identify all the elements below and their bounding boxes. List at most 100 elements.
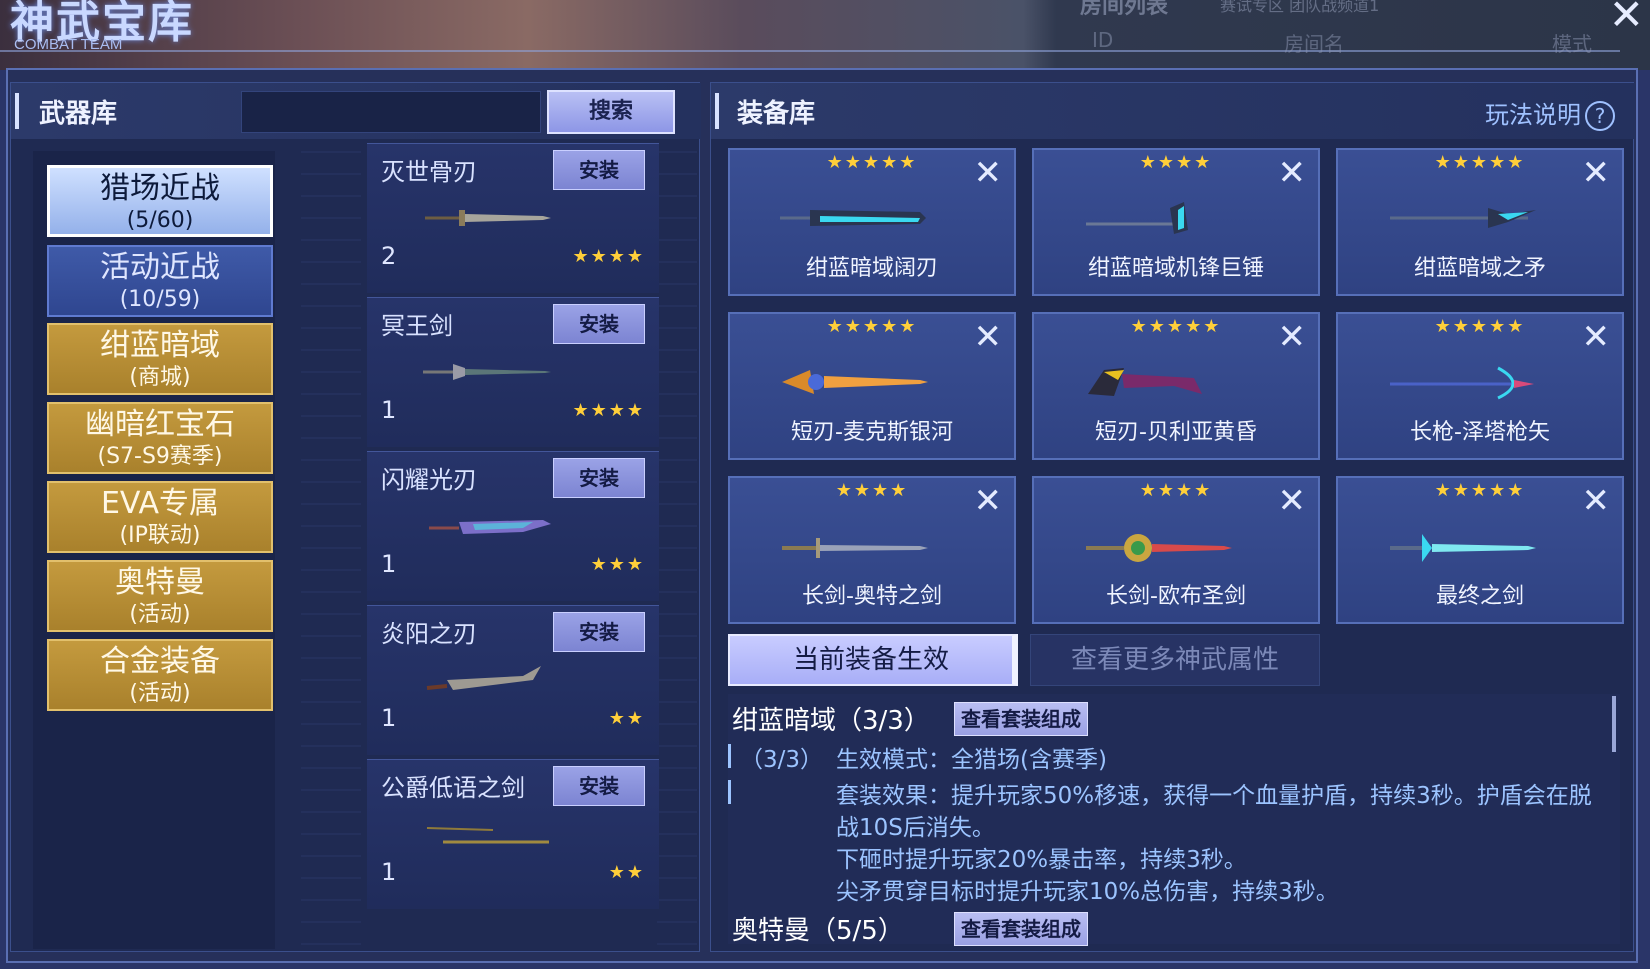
- star-rating: ★★: [608, 862, 645, 883]
- tab-more-attributes[interactable]: 查看更多神武属性: [1030, 634, 1320, 686]
- room-list-subtitle: 赛试专区 团队战频道1: [1220, 0, 1380, 15]
- equip-name: 长剑-欧布圣剑: [1106, 584, 1246, 609]
- category-sub: (S7-S9赛季): [97, 444, 223, 469]
- close-icon[interactable]: ✕: [1609, 0, 1644, 36]
- room-list-title: 房间列表: [1080, 0, 1169, 19]
- equip-name: 绀蓝暗域阔刃: [805, 256, 938, 281]
- equip-slot[interactable]: ★★★★★ ✕ 绀蓝暗域之矛: [1336, 148, 1624, 296]
- category-dark-ruby[interactable]: 幽暗红宝石 (S7-S9赛季): [47, 402, 273, 474]
- close-icon[interactable]: ✕: [1582, 484, 1611, 518]
- scrollbar[interactable]: [1612, 696, 1616, 752]
- star-rating: ★★★★★: [1130, 316, 1222, 337]
- category-label: 幽暗红宝石: [85, 407, 235, 442]
- category-label: 奥特曼: [115, 565, 205, 600]
- set-title: 绀蓝暗域（3/3）: [732, 706, 930, 736]
- category-list: 猎场近战 (5/60) 活动近战 (10/59) 绀蓝暗域 (商城) 幽暗红宝石…: [33, 151, 275, 949]
- install-button[interactable]: 安装: [553, 304, 645, 344]
- close-icon[interactable]: ✕: [1582, 156, 1611, 190]
- equip-slot[interactable]: ★★★★★ ✕ 绀蓝暗域阔刃: [728, 148, 1016, 296]
- star-rating: ★★★★: [1139, 152, 1213, 173]
- decorative-ruler-left: [301, 151, 361, 951]
- install-button[interactable]: 安装: [553, 766, 645, 806]
- weapon-count: 1: [381, 858, 397, 886]
- star-rating: ★★★★: [835, 480, 909, 501]
- equip-slot[interactable]: ★★★★★ ✕ 长枪-泽塔枪矢: [1336, 312, 1624, 460]
- view-set-button[interactable]: 查看套装组成: [954, 912, 1088, 946]
- weapon-name: 公爵低语之剑: [381, 774, 525, 802]
- weapon-name: 闪耀光刃: [381, 466, 477, 494]
- category-sub: (活动): [129, 681, 191, 706]
- weapon-card: 灭世骨刃 安装 2 ★★★★: [367, 143, 659, 293]
- view-set-button[interactable]: 查看套装组成: [954, 702, 1088, 736]
- install-button[interactable]: 安装: [553, 150, 645, 190]
- bullet-bar: [728, 780, 731, 804]
- close-icon[interactable]: ✕: [1278, 484, 1307, 518]
- weapon-name: 冥王剑: [381, 312, 453, 340]
- set-bonus-panel: 绀蓝暗域（3/3） 查看套装组成 （3/3） 生效模式：全猎场(含赛季) 套装效…: [728, 694, 1620, 946]
- final-sword-icon: [1390, 534, 1536, 562]
- spear-icon: [1390, 208, 1536, 228]
- install-button[interactable]: 安装: [553, 612, 645, 652]
- broad-blade-icon: [780, 210, 926, 226]
- weapon-count: 2: [381, 242, 397, 270]
- room-col-id: ID: [1092, 28, 1114, 52]
- category-hunting-melee[interactable]: 猎场近战 (5/60): [47, 165, 273, 237]
- equip-name: 绀蓝暗域机锋巨锤: [1087, 256, 1264, 281]
- weapon-library-header: 武器库 搜索: [11, 83, 701, 139]
- bone-blade-icon: [425, 210, 551, 226]
- equip-slot[interactable]: ★★★★ ✕ 绀蓝暗域机锋巨锤: [1032, 148, 1320, 296]
- weapon-card: 闪耀光刃 安装 1 ★★★: [367, 451, 659, 601]
- category-label: 合金装备: [100, 644, 220, 679]
- equip-slot[interactable]: ★★★★★ ✕ 短刃-贝利亚黄昏: [1032, 312, 1320, 460]
- category-dark-domain[interactable]: 绀蓝暗域 (商城): [47, 323, 273, 395]
- category-metal-gear[interactable]: 合金装备 (活动): [47, 639, 273, 711]
- star-rating: ★★★★: [572, 400, 645, 421]
- lance-arrow-icon: [1390, 366, 1534, 400]
- close-icon[interactable]: ✕: [974, 320, 1003, 354]
- star-rating: ★★★★★: [826, 152, 918, 173]
- equip-name: 短刃-贝利亚黄昏: [1095, 420, 1257, 445]
- help-link[interactable]: 玩法说明?: [1485, 95, 1615, 131]
- room-col-name: 房间名: [1284, 32, 1344, 56]
- decorative-ruler-right: [657, 151, 697, 951]
- equip-slot[interactable]: ★★★★★ ✕ 最终之剑: [1336, 476, 1624, 624]
- weapon-library-title: 武器库: [39, 99, 118, 129]
- tab-current-equipment[interactable]: 当前装备生效: [728, 634, 1018, 686]
- category-eva[interactable]: EVA专属 (IP联动): [47, 481, 273, 553]
- galaxy-dagger-icon: [782, 370, 928, 394]
- install-button[interactable]: 安装: [553, 458, 645, 498]
- set-effect-cont: 战10S后消失。: [836, 815, 995, 841]
- question-icon: ?: [1585, 101, 1615, 131]
- close-icon[interactable]: ✕: [1278, 320, 1307, 354]
- equipment-library-title: 装备库: [737, 99, 816, 129]
- close-icon[interactable]: ✕: [974, 156, 1003, 190]
- weapon-name: 炎阳之刃: [381, 620, 477, 648]
- category-label: 猎场近战: [100, 171, 220, 206]
- search-button[interactable]: 搜索: [547, 90, 675, 134]
- equip-slot[interactable]: ★★★★ ✕ 长剑-奥特之剑: [728, 476, 1016, 624]
- equip-slot[interactable]: ★★★★ ✕ 长剑-欧布圣剑: [1032, 476, 1320, 624]
- weapon-name: 灭世骨刃: [381, 158, 477, 186]
- close-icon[interactable]: ✕: [974, 484, 1003, 518]
- category-event-melee[interactable]: 活动近战 (10/59): [47, 245, 273, 317]
- header-accent-bar: [715, 93, 719, 129]
- category-label: 绀蓝暗域: [100, 328, 220, 363]
- room-col-mode: 模式: [1552, 32, 1592, 56]
- ultra-sword-icon: [782, 538, 928, 558]
- star-rating: ★★★★★: [826, 316, 918, 337]
- close-icon[interactable]: ✕: [1278, 156, 1307, 190]
- weapon-search-input[interactable]: [241, 91, 541, 133]
- star-rating: ★★★: [590, 554, 645, 575]
- weapon-library-panel: 武器库 搜索 猎场近战 (5/60) 活动近战 (10/59) 绀蓝暗域 (商城…: [10, 82, 701, 952]
- category-sub: (商城): [129, 365, 191, 390]
- weapon-count: 1: [381, 550, 397, 578]
- weapon-count: 1: [381, 704, 397, 732]
- close-icon[interactable]: ✕: [1582, 320, 1611, 354]
- equip-slot[interactable]: ★★★★★ ✕ 短刃-麦克斯银河: [728, 312, 1016, 460]
- set-effect-pierce: 尖矛贯穿目标时提升玩家10%总伤害，持续3秒。: [836, 879, 1339, 905]
- duke-sword-icon: [426, 827, 549, 844]
- star-rating: ★★★★★: [1434, 152, 1526, 173]
- category-ultraman[interactable]: 奥特曼 (活动): [47, 560, 273, 632]
- hades-sword-icon: [423, 364, 551, 380]
- weapon-card: 冥王剑 安装 1 ★★★★: [367, 297, 659, 447]
